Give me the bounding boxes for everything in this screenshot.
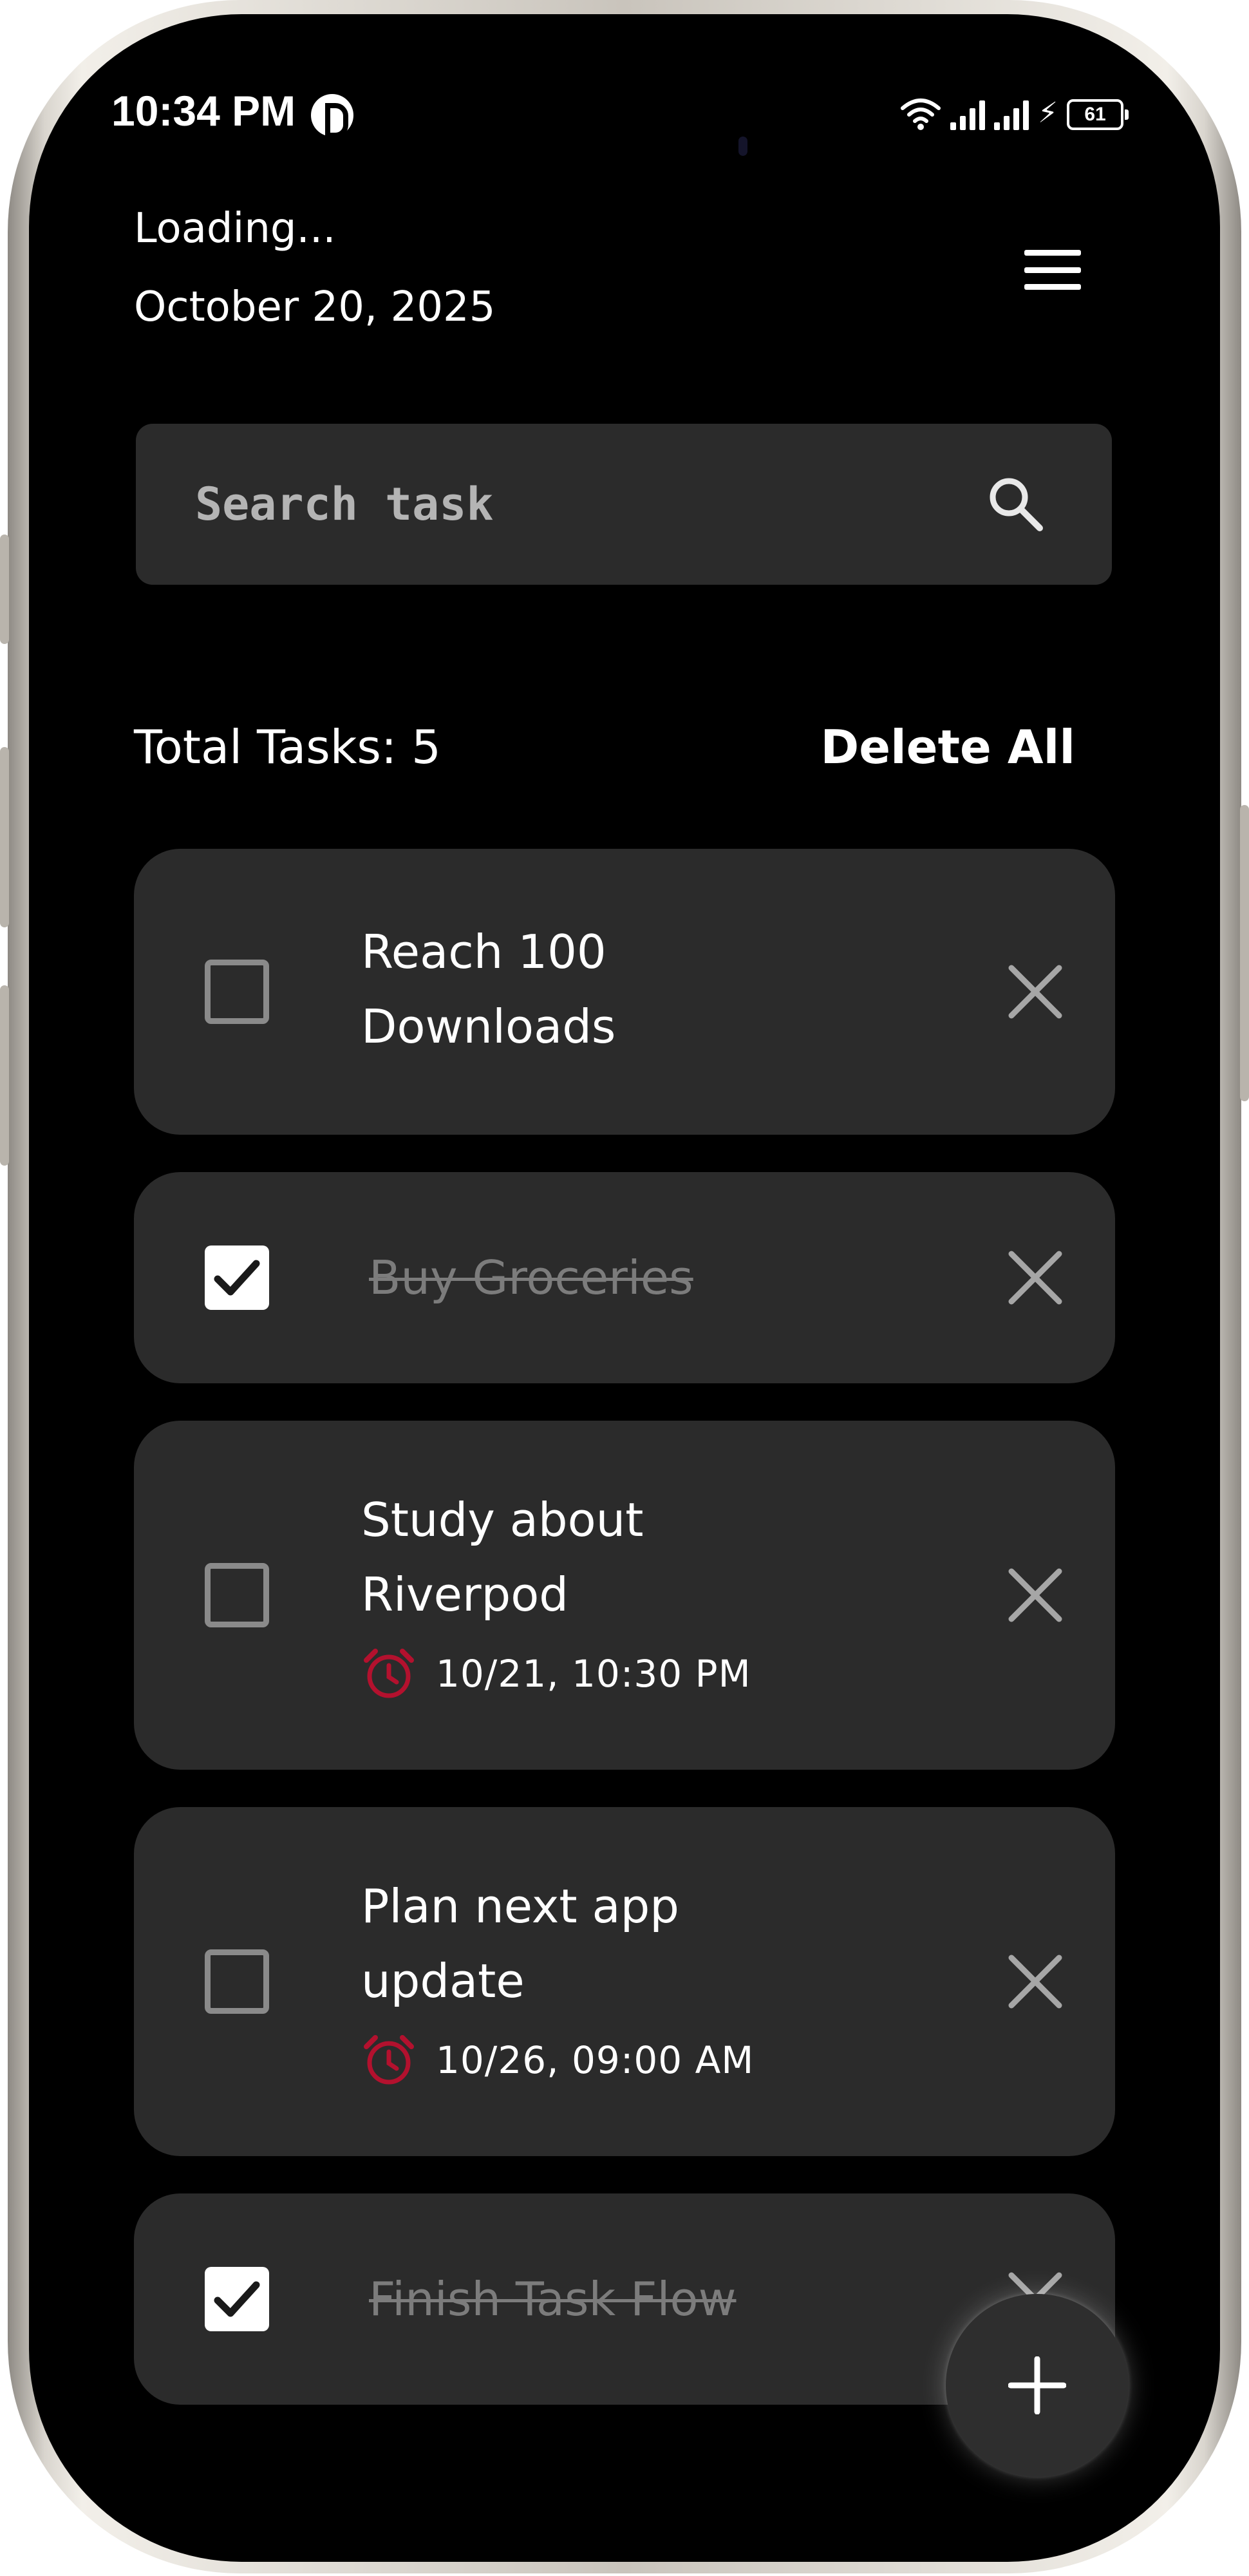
wifi-icon — [901, 99, 941, 130]
task-checkbox[interactable] — [205, 1245, 269, 1310]
volume-up-button — [0, 535, 9, 644]
header-date: October 20, 2025 — [134, 283, 496, 331]
check-icon — [214, 1260, 260, 1296]
search-bar[interactable] — [136, 424, 1112, 585]
header-greeting: Loading... — [134, 205, 336, 252]
task-card[interactable]: Plan next app update 10/26, 09:00 AM — [134, 1807, 1115, 2156]
battery-level: 61 — [1084, 104, 1106, 125]
volume-down-button — [0, 747, 9, 927]
close-icon[interactable] — [1006, 963, 1064, 1021]
power-button — [1240, 805, 1249, 1101]
status-time: 10:34 PM — [111, 87, 296, 135]
task-card[interactable]: Buy Groceries — [134, 1172, 1115, 1383]
camera-cutout — [738, 137, 747, 156]
total-tasks-label: Total Tasks: 5 — [134, 720, 441, 774]
add-task-button[interactable] — [946, 2294, 1129, 2477]
search-input[interactable] — [195, 424, 968, 585]
task-card[interactable]: Study about Riverpod 10/21, 10:30 PM — [134, 1421, 1115, 1770]
alarm-clock-icon — [364, 2035, 414, 2085]
task-reminder: 10/21, 10:30 PM — [361, 1646, 751, 1701]
hamburger-menu-icon-bar — [1024, 267, 1081, 273]
task-title: Finish Task Flow — [369, 2272, 737, 2326]
signal-icon-2 — [994, 97, 1029, 130]
hamburger-menu-icon-bar — [1024, 284, 1081, 290]
reminder-time: 10/26, 09:00 AM — [436, 2038, 755, 2082]
action-button — [0, 985, 9, 1166]
reminder-time: 10/21, 10:30 PM — [436, 1652, 751, 1696]
task-title: Plan next app update — [361, 1879, 679, 2008]
close-icon[interactable] — [1006, 1953, 1064, 2011]
hamburger-menu-icon — [1024, 250, 1081, 256]
status-bar: 10:34 PM ⚡ 61 — [29, 14, 1220, 156]
alarm-clock-icon — [364, 1649, 414, 1698]
status-icons: ⚡ 61 — [900, 97, 1129, 130]
task-title: Buy Groceries — [369, 1251, 693, 1305]
task-title: Reach 100 Downloads — [361, 925, 616, 1054]
search-icon[interactable] — [986, 474, 1045, 533]
delete-all-button[interactable]: Delete All — [820, 720, 1075, 774]
task-title: Study about Riverpod — [361, 1493, 644, 1622]
menu-button[interactable] — [1020, 241, 1085, 299]
battery-icon: 61 — [1067, 99, 1129, 130]
app-notification-icon — [311, 94, 353, 138]
task-checkbox[interactable] — [205, 2267, 269, 2331]
charging-icon: ⚡ — [1038, 97, 1058, 129]
close-icon[interactable] — [1006, 1249, 1064, 1307]
task-card[interactable]: Reach 100 Downloads — [134, 849, 1115, 1135]
check-icon — [214, 2281, 260, 2317]
plus-icon — [1008, 2356, 1066, 2414]
task-checkbox[interactable] — [205, 1563, 269, 1627]
task-checkbox[interactable] — [205, 1949, 269, 2014]
task-reminder: 10/26, 09:00 AM — [361, 2032, 754, 2088]
task-checkbox[interactable] — [205, 960, 269, 1024]
signal-icon-1 — [950, 97, 986, 130]
close-icon[interactable] — [1006, 1566, 1064, 1624]
app-screen: 10:34 PM ⚡ 61 Loading... October 20, 202… — [29, 14, 1220, 2562]
